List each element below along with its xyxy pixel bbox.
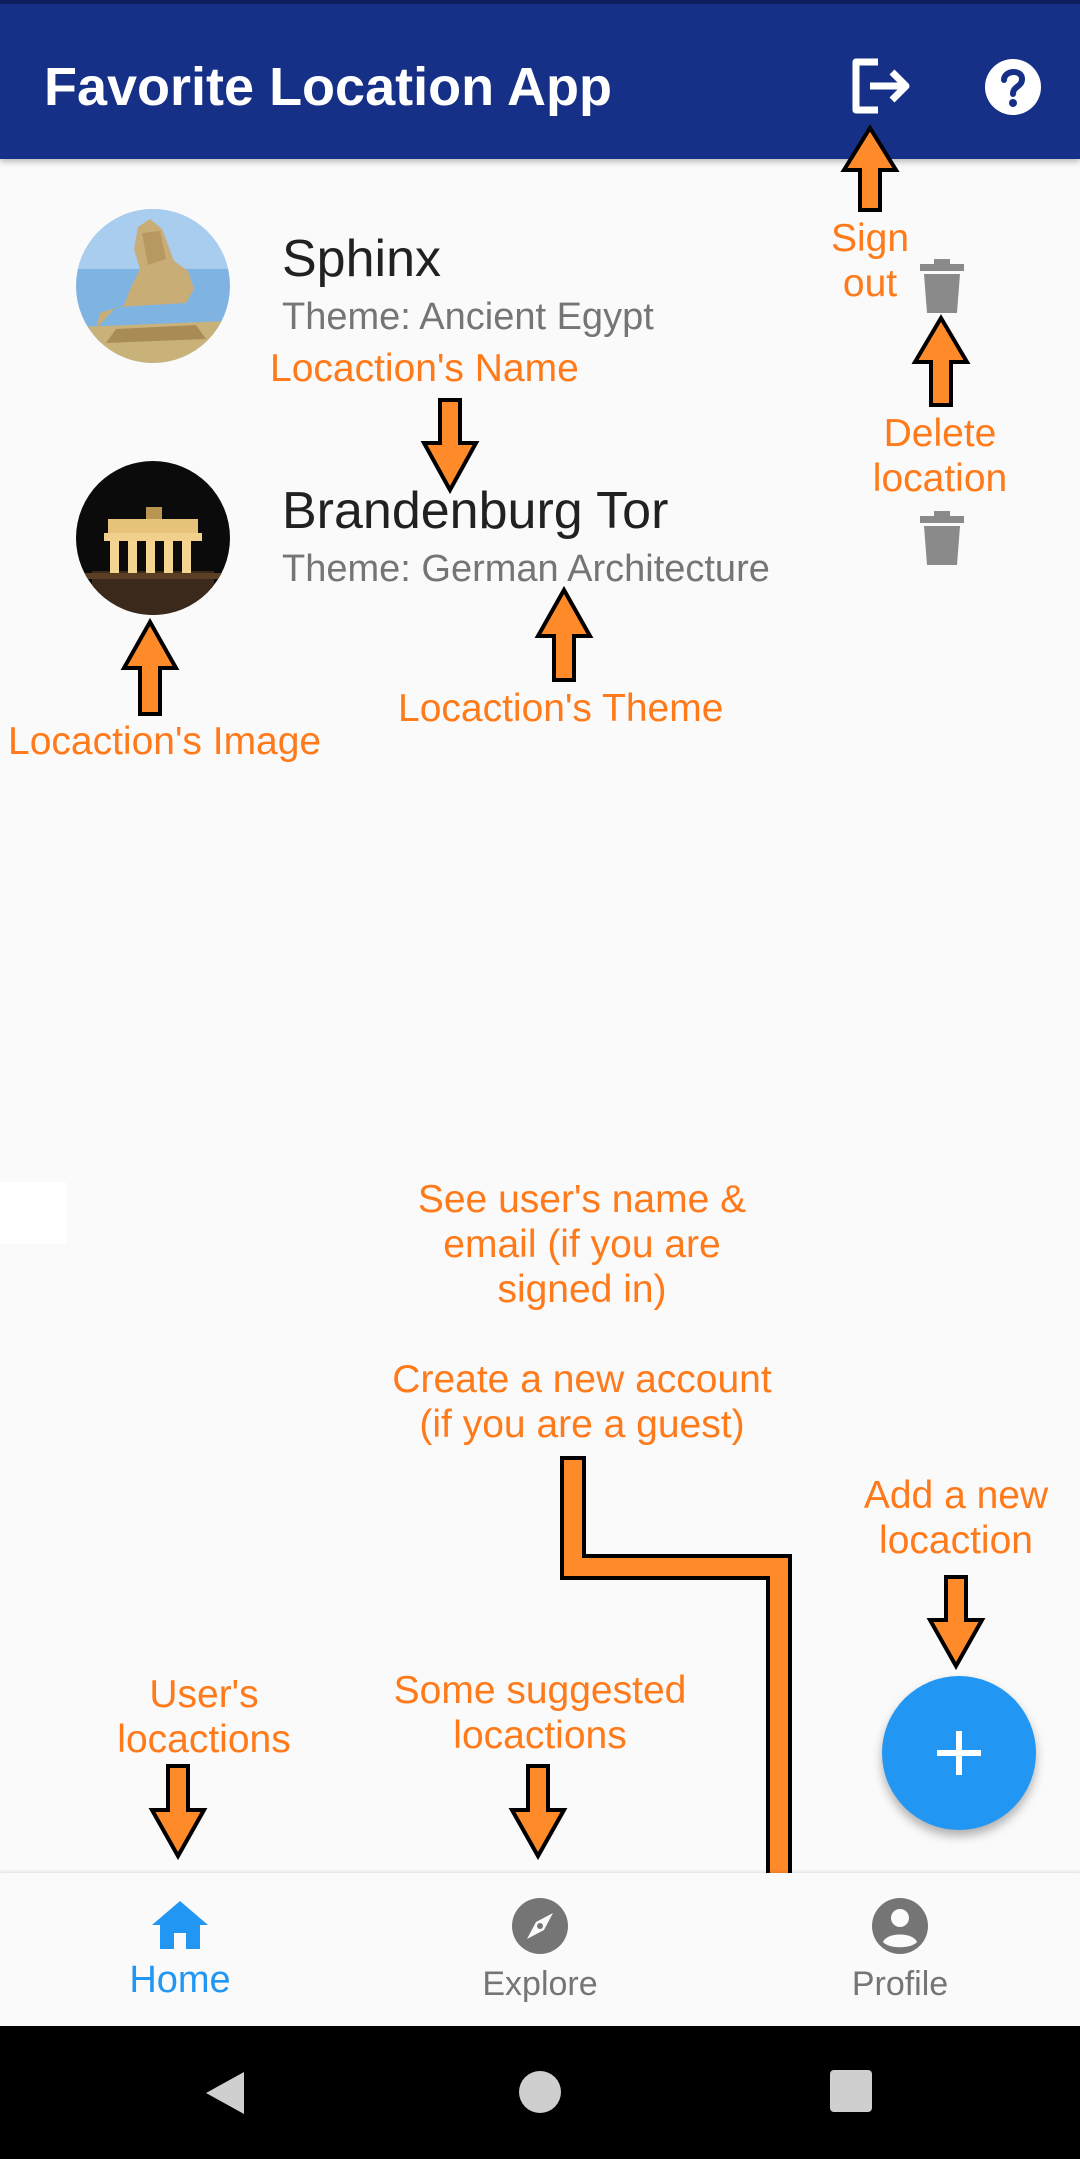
bottom-navigation: Home Explore Profile: [0, 1873, 1080, 2026]
annotation-sign-out: Sign out: [830, 217, 910, 305]
nav-profile[interactable]: Profile: [720, 1873, 1080, 2026]
arrow-down: [508, 1764, 568, 1861]
trash-icon[interactable]: [920, 511, 964, 565]
home-circle-icon[interactable]: [518, 2070, 562, 2114]
annotation-location-image: Locaction's Image: [8, 720, 322, 763]
plus-icon: [937, 1731, 981, 1775]
system-navigation-bar: [0, 2026, 1080, 2159]
compass-icon: [512, 1898, 568, 1954]
location-image: [76, 209, 230, 363]
nav-explore[interactable]: Explore: [360, 1873, 720, 2026]
arrow-down: [148, 1764, 208, 1861]
location-image: [76, 461, 230, 615]
location-name: Sphinx: [282, 230, 441, 288]
annotation-account: Create a new account (if you are a guest): [392, 1358, 772, 1446]
home-icon: [152, 1901, 208, 1949]
annotation-add-location: Add a new locaction: [863, 1474, 1049, 1562]
sign-out-icon[interactable]: [848, 56, 914, 116]
app-title: Favorite Location App: [44, 57, 613, 117]
annotation-delete-location: Delete location: [872, 412, 1008, 500]
annotation-explore: Some suggested locactions: [393, 1669, 687, 1757]
trash-icon[interactable]: [920, 259, 964, 313]
arrow-down: [926, 1575, 986, 1671]
account-circle-icon: [872, 1898, 928, 1954]
add-location-button[interactable]: [882, 1676, 1036, 1830]
annotation-profile: See user's name & email (if you are signed…: [417, 1178, 747, 1311]
location-theme: Theme: Ancient Egypt: [282, 296, 654, 338]
location-name: Brandenburg Tor: [282, 482, 669, 540]
help-icon[interactable]: [984, 58, 1042, 116]
app-bar: Favorite Location App: [0, 0, 1080, 159]
annotation-location-theme: Locaction's Theme: [398, 687, 724, 730]
location-theme: Theme: German Architecture: [282, 548, 770, 590]
nav-explore-label: Explore: [482, 1965, 598, 2003]
back-triangle-icon[interactable]: [204, 2070, 246, 2116]
recents-square-icon[interactable]: [830, 2070, 872, 2112]
annotation-home: User's locactions: [117, 1673, 291, 1761]
blank-box: [0, 1182, 66, 1244]
annotation-location-name: Locaction's Name: [270, 347, 579, 390]
nav-home[interactable]: Home: [0, 1873, 360, 2026]
nav-profile-label: Profile: [851, 1965, 949, 2003]
nav-home-label: Home: [129, 1959, 231, 2001]
